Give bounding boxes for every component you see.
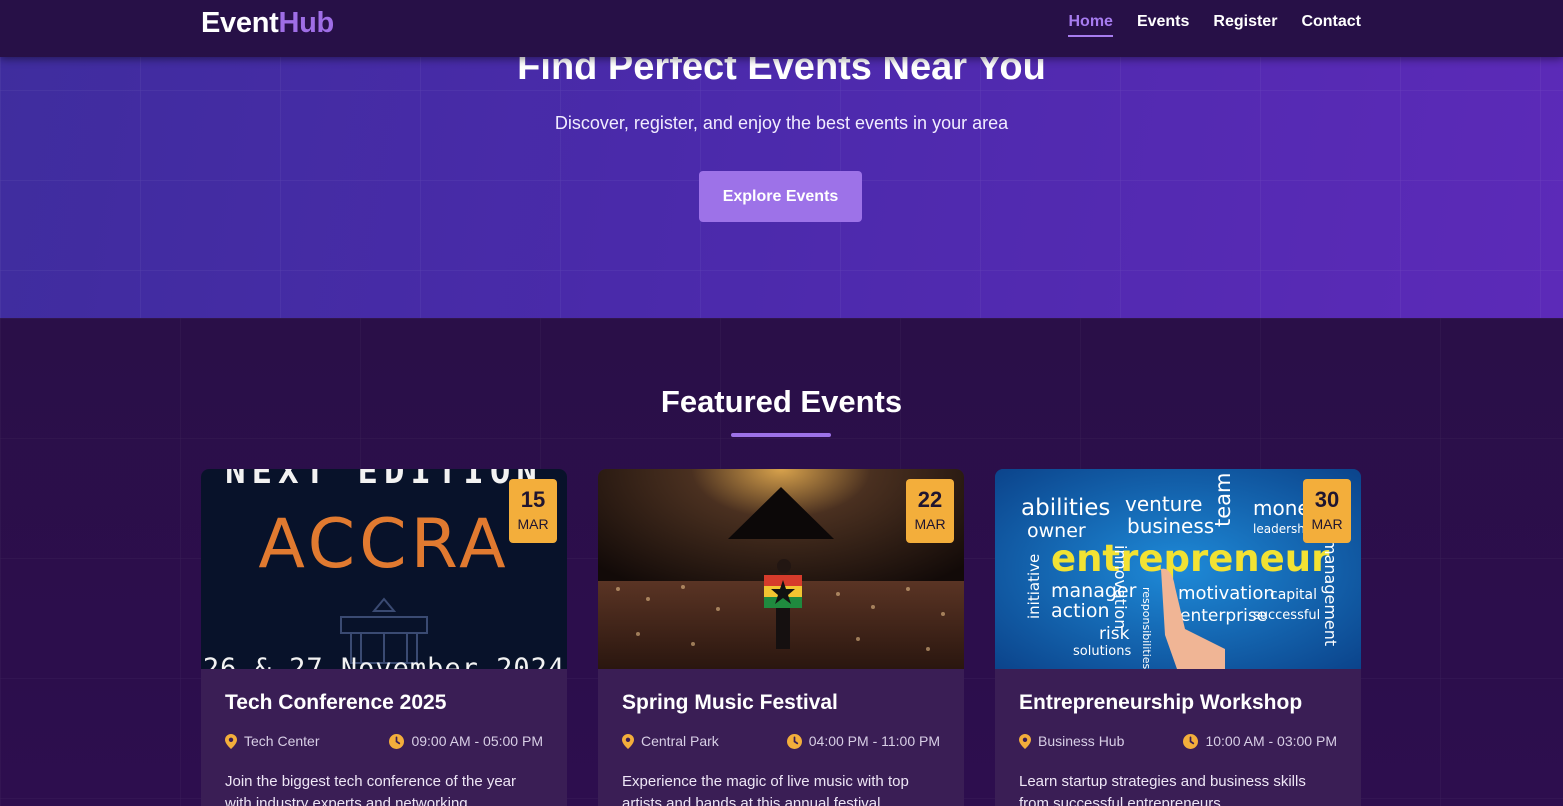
- featured-events-section: Featured Events NEXT EDITION ACCRA 26 & …: [0, 318, 1563, 806]
- svg-text:abilities: abilities: [1021, 495, 1110, 521]
- event-image-music-festival: 22 MAR: [598, 469, 964, 669]
- poster-city-text: ACCRA: [258, 505, 509, 584]
- svg-text:responsibilities: responsibilities: [1140, 587, 1153, 669]
- section-title-underline: [731, 433, 831, 437]
- date-badge: 30 MAR: [1303, 479, 1351, 543]
- event-location: Business Hub: [1019, 733, 1124, 749]
- svg-text:initiative: initiative: [1025, 554, 1043, 619]
- brand-logo[interactable]: EventHub: [201, 7, 334, 40]
- poster-top-text: NEXT EDITION: [225, 469, 543, 492]
- event-card-music-festival[interactable]: 22 MAR Spring Music Festival Central Par…: [598, 469, 964, 806]
- svg-text:venture: venture: [1125, 492, 1202, 516]
- date-month: MAR: [517, 516, 549, 532]
- svg-text:entrepreneur: entrepreneur: [1051, 537, 1330, 580]
- map-pin-icon: [622, 733, 634, 749]
- event-card-entrepreneurship-workshop[interactable]: abilities owner venture business team mo…: [995, 469, 1361, 806]
- event-location-text: Business Hub: [1038, 733, 1125, 749]
- svg-text:management: management: [1321, 539, 1340, 646]
- date-day: 15: [520, 487, 546, 512]
- svg-text:innovation: innovation: [1111, 545, 1130, 629]
- svg-text:successful: successful: [1253, 608, 1320, 623]
- explore-events-button[interactable]: Explore Events: [699, 171, 862, 222]
- event-title[interactable]: Spring Music Festival: [622, 691, 940, 715]
- clock-icon: [389, 733, 405, 749]
- date-month: MAR: [1311, 516, 1343, 532]
- clock-icon: [1183, 733, 1199, 749]
- event-time: 10:00 AM - 03:00 PM: [1183, 733, 1337, 749]
- event-location-text: Central Park: [641, 733, 719, 749]
- section-title: Featured Events: [660, 384, 903, 419]
- map-pin-icon: [1019, 733, 1031, 749]
- event-description: Join the biggest tech conference of the …: [225, 773, 517, 806]
- event-image-tech-conference: NEXT EDITION ACCRA 26 & 27 November 2024…: [201, 469, 567, 669]
- svg-text:team: team: [1211, 473, 1235, 527]
- event-time-text: 09:00 AM - 05:00 PM: [411, 733, 543, 749]
- card-body: Spring Music Festival Central Park 04:00…: [598, 669, 964, 806]
- nav-link-home[interactable]: Home: [1068, 13, 1113, 37]
- brand-name-part2: Hub: [278, 7, 334, 39]
- event-location: Central Park: [622, 733, 719, 749]
- event-description: Learn startup strategies and business sk…: [1019, 773, 1306, 806]
- brand-name-part1: Event: [201, 7, 279, 39]
- card-body: Entrepreneurship Workshop Business Hub 1…: [995, 669, 1361, 806]
- map-pin-icon: [225, 733, 237, 749]
- nav-link-register[interactable]: Register: [1213, 13, 1277, 37]
- event-description: Experience the magic of live music with …: [622, 773, 909, 806]
- nav-link-contact[interactable]: Contact: [1301, 13, 1361, 37]
- card-body: Tech Conference 2025 Tech Center 09:00 A…: [201, 669, 567, 806]
- date-day: 30: [1314, 487, 1340, 512]
- svg-text:solutions: solutions: [1073, 644, 1131, 659]
- svg-text:capital: capital: [1270, 587, 1317, 603]
- navbar: EventHub Home Events Register Contact: [0, 0, 1563, 57]
- nav-link-events[interactable]: Events: [1137, 13, 1189, 37]
- event-time-text: 04:00 PM - 11:00 PM: [808, 733, 940, 749]
- event-meta: Central Park 04:00 PM - 11:00 PM: [622, 733, 940, 749]
- event-location-text: Tech Center: [244, 733, 320, 749]
- svg-text:motivation: motivation: [1178, 583, 1275, 604]
- date-badge: 22 MAR: [906, 479, 954, 543]
- event-time: 04:00 PM - 11:00 PM: [786, 733, 940, 749]
- date-month: MAR: [914, 516, 946, 532]
- event-time-text: 10:00 AM - 03:00 PM: [1205, 733, 1337, 749]
- svg-text:business: business: [1127, 514, 1214, 538]
- date-badge: 15 MAR: [509, 479, 557, 543]
- event-card-tech-conference[interactable]: NEXT EDITION ACCRA 26 & 27 November 2024…: [201, 469, 567, 806]
- hero-subtitle: Discover, register, and enjoy the best e…: [554, 113, 1009, 133]
- event-time: 09:00 AM - 05:00 PM: [389, 733, 543, 749]
- date-day: 22: [917, 487, 943, 512]
- nav-links: Home Events Register Contact: [1068, 13, 1361, 37]
- poster-date-text: 26 & 27 November 2024: [203, 653, 565, 669]
- event-title[interactable]: Tech Conference 2025: [225, 691, 543, 715]
- event-image-entrepreneurship: abilities owner venture business team mo…: [995, 469, 1361, 669]
- svg-text:action: action: [1051, 600, 1109, 622]
- event-meta: Tech Center 09:00 AM - 05:00 PM: [225, 733, 543, 749]
- event-location: Tech Center: [225, 733, 319, 749]
- clock-icon: [786, 733, 802, 749]
- event-title[interactable]: Entrepreneurship Workshop: [1019, 691, 1337, 715]
- event-meta: Business Hub 10:00 AM - 03:00 PM: [1019, 733, 1337, 749]
